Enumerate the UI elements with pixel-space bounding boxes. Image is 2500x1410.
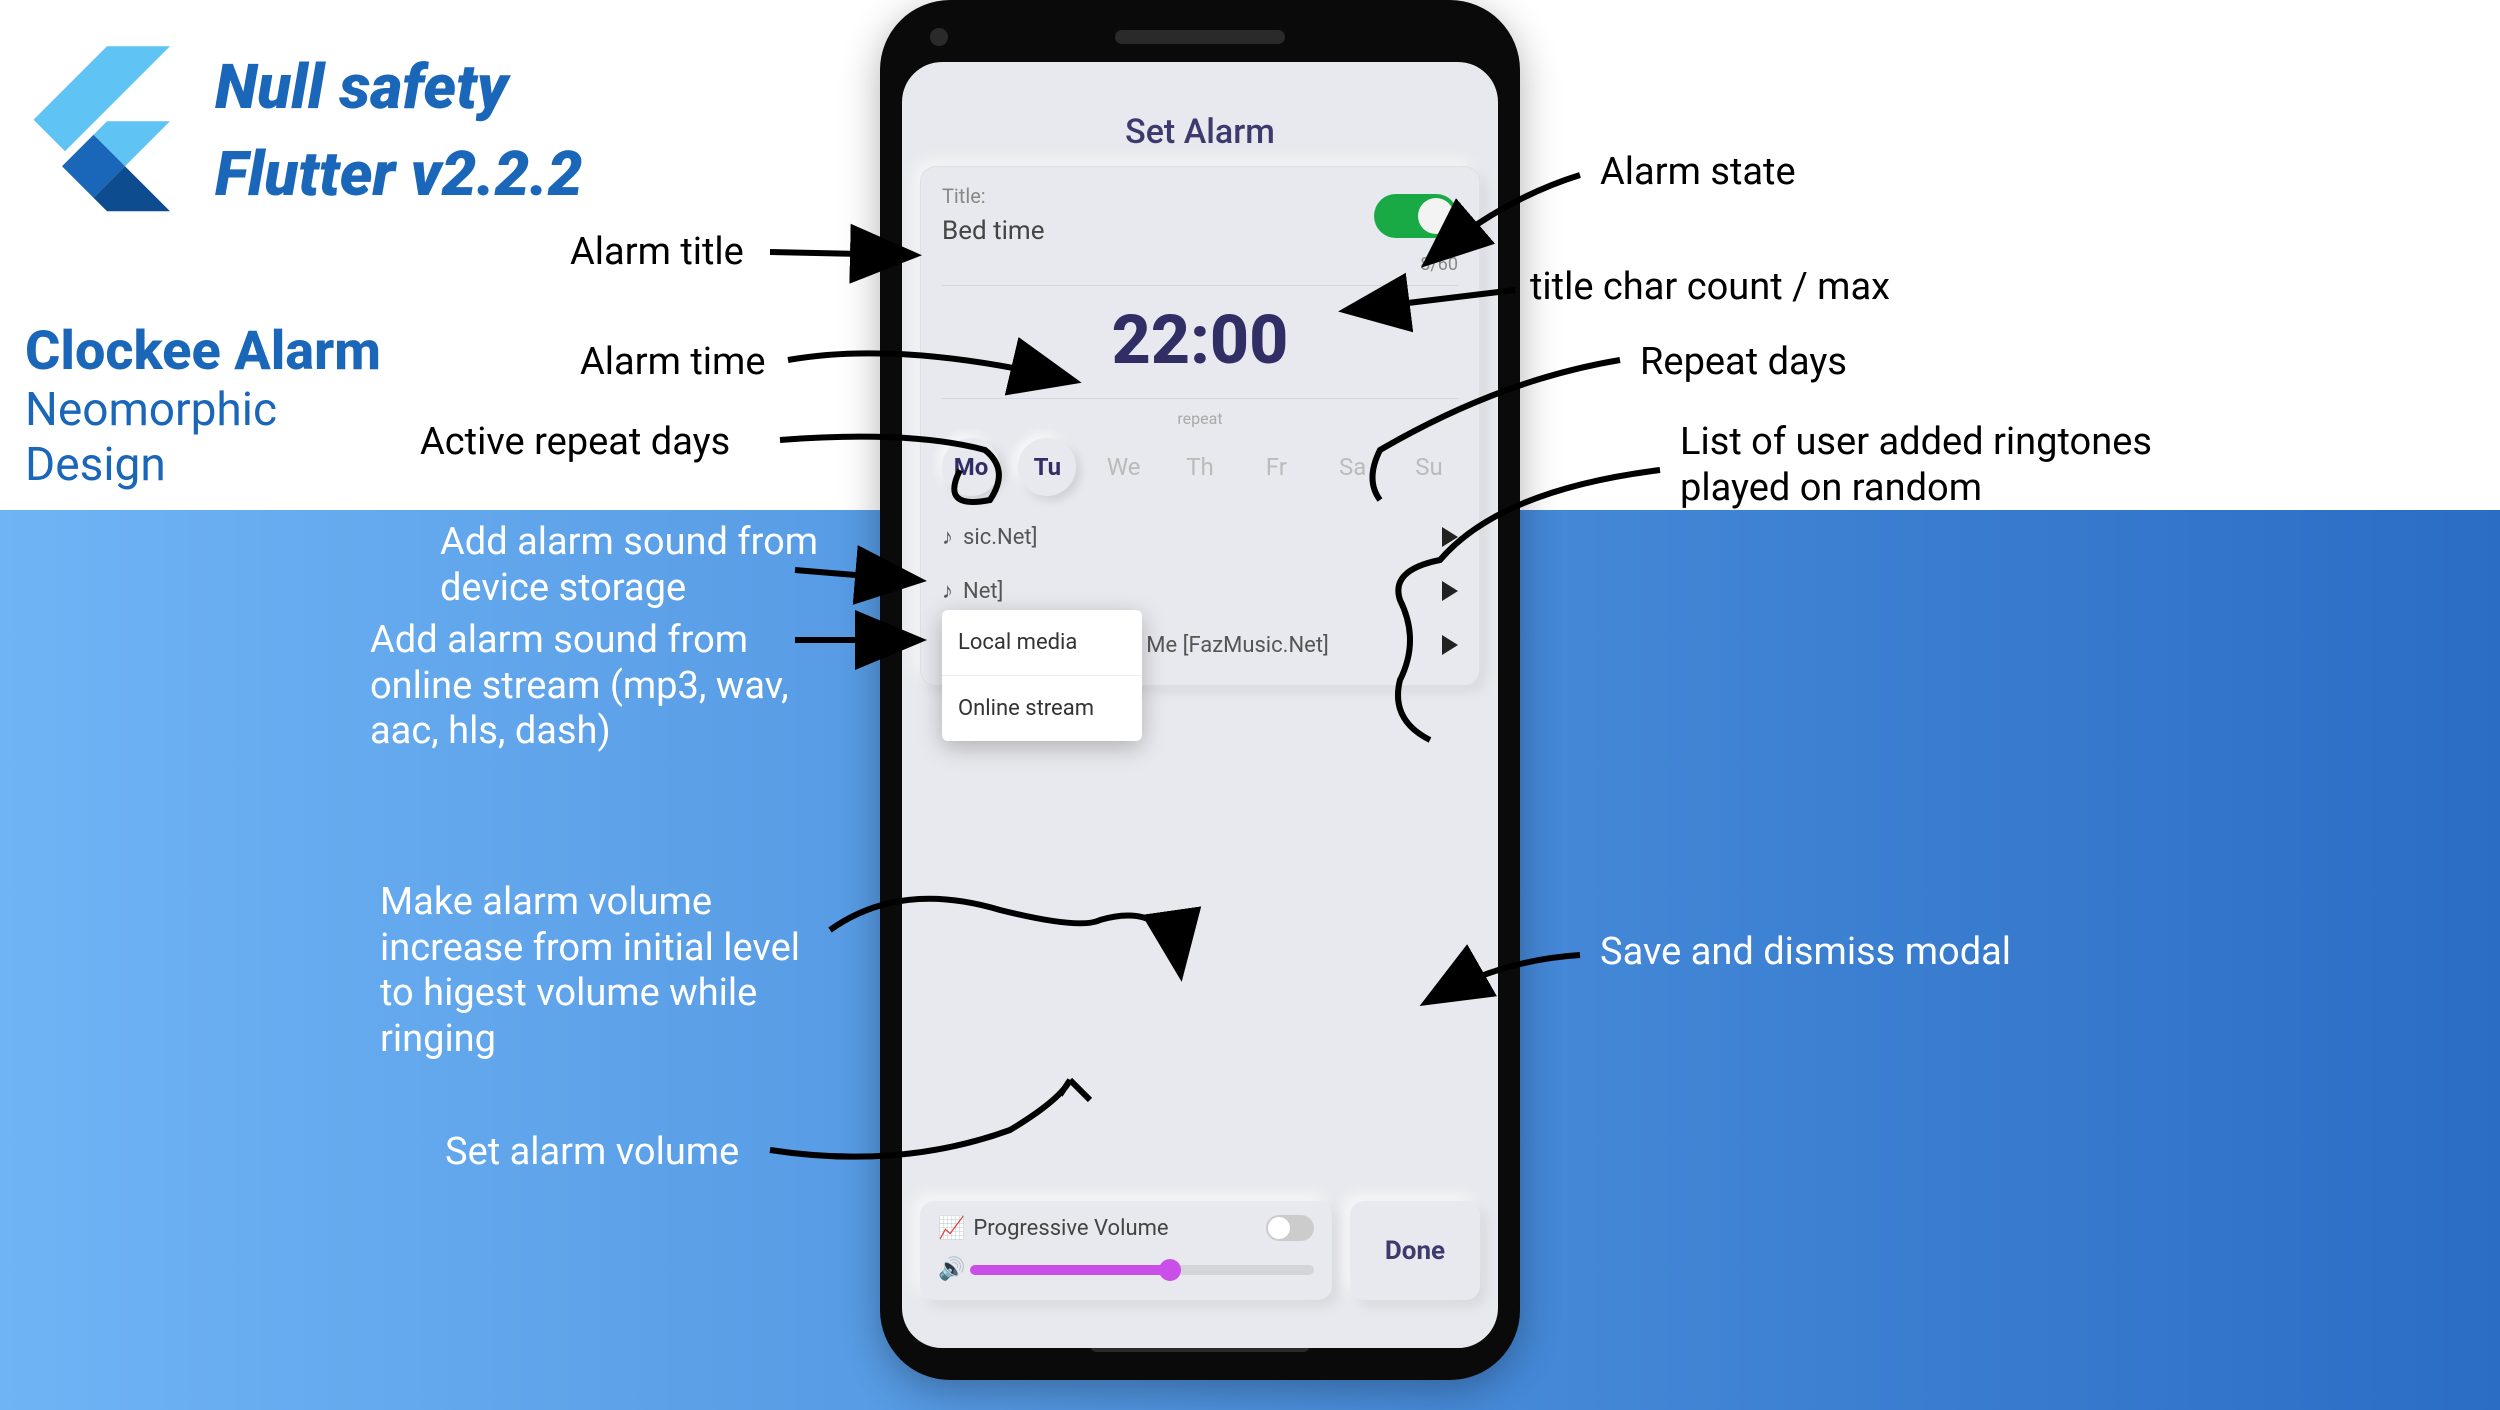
- phone-speaker-icon: [1115, 30, 1285, 44]
- anno-save-dismiss: Save and dismiss modal: [1600, 930, 2011, 976]
- day-mo[interactable]: Mo: [942, 438, 1000, 496]
- design-desc-2: Design: [25, 438, 381, 493]
- mini-toggle-thumb-icon: [1268, 1217, 1290, 1239]
- alarm-card: Title: Bed time 8/60 22:00 repeat Mo Tu …: [920, 166, 1480, 686]
- anno-char-count: title char count / max: [1530, 265, 1890, 311]
- phone-mockup: Set Alarm Title: Bed time 8/60 22:00 rep…: [880, 0, 1520, 1380]
- anno-add-local: Add alarm sound from device storage: [440, 520, 850, 611]
- headline-line2: Flutter v2.2.2: [215, 132, 583, 219]
- phone-body: Set Alarm Title: Bed time 8/60 22:00 rep…: [880, 0, 1520, 1380]
- slider-thumb-icon: [1159, 1259, 1181, 1281]
- design-desc-1: Neomorphic: [25, 383, 381, 438]
- progressive-toggle[interactable]: [1266, 1215, 1314, 1241]
- volume-slider-row: 🔊: [938, 1257, 1314, 1282]
- done-button[interactable]: Done: [1350, 1201, 1480, 1300]
- flutter-logo-icon: [20, 45, 170, 235]
- trend-up-icon: 📈: [938, 1216, 965, 1241]
- title-row: Title: Bed time: [942, 184, 1458, 246]
- repeat-days-row: Mo Tu We Th Fr Sa Su: [942, 438, 1458, 496]
- music-note-icon: ♪: [942, 578, 953, 604]
- headline: Null safety Flutter v2.2.2: [215, 45, 583, 219]
- anno-alarm-time: Alarm time: [580, 340, 765, 386]
- anno-ringtones: List of user added ringtones played on r…: [1680, 420, 2220, 511]
- day-su[interactable]: Su: [1400, 438, 1458, 496]
- app-screen: Set Alarm Title: Bed time 8/60 22:00 rep…: [902, 62, 1498, 1348]
- alarm-time-picker[interactable]: 22:00: [942, 286, 1458, 399]
- ringtone-title: sic.Net]: [963, 525, 1037, 550]
- app-name: Clockee Alarm: [25, 320, 381, 383]
- anno-active-repeat: Active repeat days: [420, 420, 730, 466]
- ringtone-title: Net]: [963, 579, 1003, 604]
- toggle-thumb-icon: [1418, 198, 1454, 234]
- repeat-label: repeat: [942, 409, 1458, 428]
- music-note-icon: ♪: [942, 524, 953, 550]
- progressive-label: Progressive Volume: [973, 1216, 1168, 1241]
- anno-repeat-days: Repeat days: [1640, 340, 1847, 386]
- ringtone-row[interactable]: ♪ sic.Net]: [942, 510, 1458, 564]
- anno-add-online: Add alarm sound from online stream (mp3,…: [370, 618, 850, 755]
- play-icon[interactable]: [1442, 635, 1458, 655]
- popup-local-media[interactable]: Local media: [942, 610, 1142, 675]
- alarm-enable-toggle[interactable]: [1374, 194, 1458, 238]
- day-tu[interactable]: Tu: [1018, 438, 1076, 496]
- day-th[interactable]: Th: [1171, 438, 1229, 496]
- play-icon[interactable]: [1442, 527, 1458, 547]
- day-sa[interactable]: Sa: [1324, 438, 1382, 496]
- subhead: Clockee Alarm Neomorphic Design: [25, 320, 381, 493]
- anno-progressive: Make alarm volume increase from initial …: [380, 880, 820, 1062]
- anno-set-volume: Set alarm volume: [445, 1130, 739, 1176]
- anno-alarm-title: Alarm title: [570, 230, 744, 276]
- char-count: 8/60: [942, 254, 1458, 286]
- progressive-row: 📈 Progressive Volume: [938, 1215, 1314, 1241]
- volume-slider[interactable]: [970, 1265, 1314, 1275]
- popup-online-stream[interactable]: Online stream: [942, 675, 1142, 741]
- day-we[interactable]: We: [1095, 438, 1153, 496]
- phone-camera-icon: [930, 28, 948, 46]
- headline-line1: Null safety: [215, 45, 583, 132]
- anno-alarm-state: Alarm state: [1600, 150, 1796, 196]
- page-title: Set Alarm: [902, 112, 1498, 152]
- add-sound-popup: Local media Online stream: [942, 610, 1142, 741]
- play-icon[interactable]: [1442, 581, 1458, 601]
- speaker-icon: 🔊: [938, 1257, 958, 1282]
- bottom-controls: 📈 Progressive Volume 🔊 Done: [920, 1201, 1480, 1300]
- volume-card: 📈 Progressive Volume 🔊: [920, 1201, 1332, 1300]
- day-fr[interactable]: Fr: [1247, 438, 1305, 496]
